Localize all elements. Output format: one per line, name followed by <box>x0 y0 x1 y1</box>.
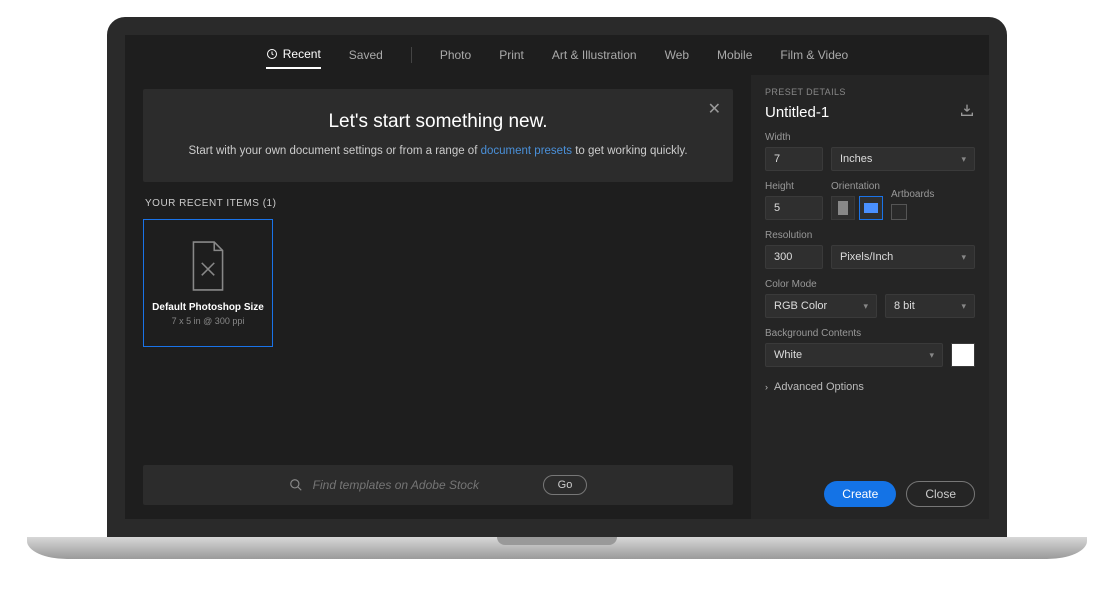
laptop-base <box>27 537 1087 559</box>
go-button[interactable]: Go <box>543 475 588 495</box>
panel-header: PRESET DETAILS <box>765 87 975 97</box>
left-pane: ✕ Let's start something new. Start with … <box>125 75 751 519</box>
artboards-checkbox[interactable] <box>891 204 907 220</box>
tab-art-illustration[interactable]: Art & Illustration <box>552 42 637 68</box>
stock-search-bar: Go <box>143 465 733 505</box>
width-input[interactable] <box>765 147 823 171</box>
save-preset-icon[interactable] <box>959 103 975 122</box>
preset-details-panel: PRESET DETAILS Untitled-1 Width <box>751 75 989 519</box>
colordepth-value: 8 bit <box>894 300 915 312</box>
chevron-down-icon: ▾ <box>961 301 966 312</box>
tab-label: Film & Video <box>780 48 848 62</box>
tab-mobile[interactable]: Mobile <box>717 42 752 68</box>
chevron-down-icon: ▾ <box>961 252 966 263</box>
background-value: White <box>774 349 802 361</box>
search-icon <box>289 478 303 492</box>
chevron-down-icon: ▾ <box>929 350 934 361</box>
tab-label: Saved <box>349 48 383 62</box>
tab-recent[interactable]: Recent <box>266 41 321 69</box>
orientation-landscape-button[interactable] <box>859 196 883 220</box>
laptop-notch <box>497 537 617 545</box>
resolution-units-value: Pixels/Inch <box>840 251 893 263</box>
artboards-label: Artboards <box>891 189 934 200</box>
preset-name: Default Photoshop Size <box>152 302 264 313</box>
orientation-label: Orientation <box>831 181 883 192</box>
chevron-right-icon: › <box>765 382 768 392</box>
close-button[interactable]: Close <box>906 481 975 507</box>
colormode-select[interactable]: RGB Color ▾ <box>765 294 877 318</box>
document-name[interactable]: Untitled-1 <box>765 104 829 121</box>
tab-label: Mobile <box>717 48 752 62</box>
stock-search-input[interactable] <box>313 478 533 492</box>
orientation-portrait-button[interactable] <box>831 196 855 220</box>
tab-saved[interactable]: Saved <box>349 42 383 68</box>
height-input[interactable] <box>765 196 823 220</box>
tab-photo[interactable]: Photo <box>440 42 471 68</box>
width-label: Width <box>765 132 823 143</box>
intro-text: Start with your own document settings or… <box>167 143 709 160</box>
close-icon[interactable]: ✕ <box>708 99 721 119</box>
intro-banner: ✕ Let's start something new. Start with … <box>143 89 733 182</box>
chevron-down-icon: ▾ <box>863 301 868 312</box>
tab-separator <box>411 47 412 63</box>
recent-items-label: YOUR RECENT ITEMS (1) <box>145 198 733 209</box>
intro-title: Let's start something new. <box>167 111 709 133</box>
tab-label: Photo <box>440 48 471 62</box>
tab-label: Art & Illustration <box>552 48 637 62</box>
preset-tabs: Recent Saved Photo Print Art & Illustrat… <box>125 35 989 75</box>
background-select[interactable]: White ▾ <box>765 343 943 367</box>
height-label: Height <box>765 181 823 192</box>
colordepth-select[interactable]: 8 bit ▾ <box>885 294 975 318</box>
advanced-options-toggle[interactable]: › Advanced Options <box>765 381 975 393</box>
resolution-units-select[interactable]: Pixels/Inch ▾ <box>831 245 975 269</box>
chevron-down-icon: ▾ <box>961 154 966 165</box>
laptop-camera <box>554 22 560 28</box>
preset-dimensions: 7 x 5 in @ 300 ppi <box>172 316 245 326</box>
resolution-label: Resolution <box>765 230 823 241</box>
landscape-icon <box>864 203 878 213</box>
tab-film-video[interactable]: Film & Video <box>780 42 848 68</box>
resolution-input[interactable] <box>765 245 823 269</box>
tab-print[interactable]: Print <box>499 42 524 68</box>
clock-icon <box>266 48 278 60</box>
tab-label: Web <box>665 48 689 62</box>
document-presets-link[interactable]: document presets <box>481 145 572 157</box>
portrait-icon <box>838 201 848 215</box>
background-label: Background Contents <box>765 328 975 339</box>
background-swatch[interactable] <box>951 343 975 367</box>
advanced-label: Advanced Options <box>774 381 864 393</box>
document-icon <box>187 240 229 292</box>
tab-label: Print <box>499 48 524 62</box>
new-document-dialog: Recent Saved Photo Print Art & Illustrat… <box>125 35 989 519</box>
units-value: Inches <box>840 153 872 165</box>
tab-web[interactable]: Web <box>665 42 689 68</box>
units-select[interactable]: Inches ▾ <box>831 147 975 171</box>
tab-label: Recent <box>283 47 321 61</box>
create-button[interactable]: Create <box>824 481 896 507</box>
colormode-value: RGB Color <box>774 300 827 312</box>
recent-preset-card[interactable]: Default Photoshop Size 7 x 5 in @ 300 pp… <box>143 219 273 347</box>
colormode-label: Color Mode <box>765 279 975 290</box>
